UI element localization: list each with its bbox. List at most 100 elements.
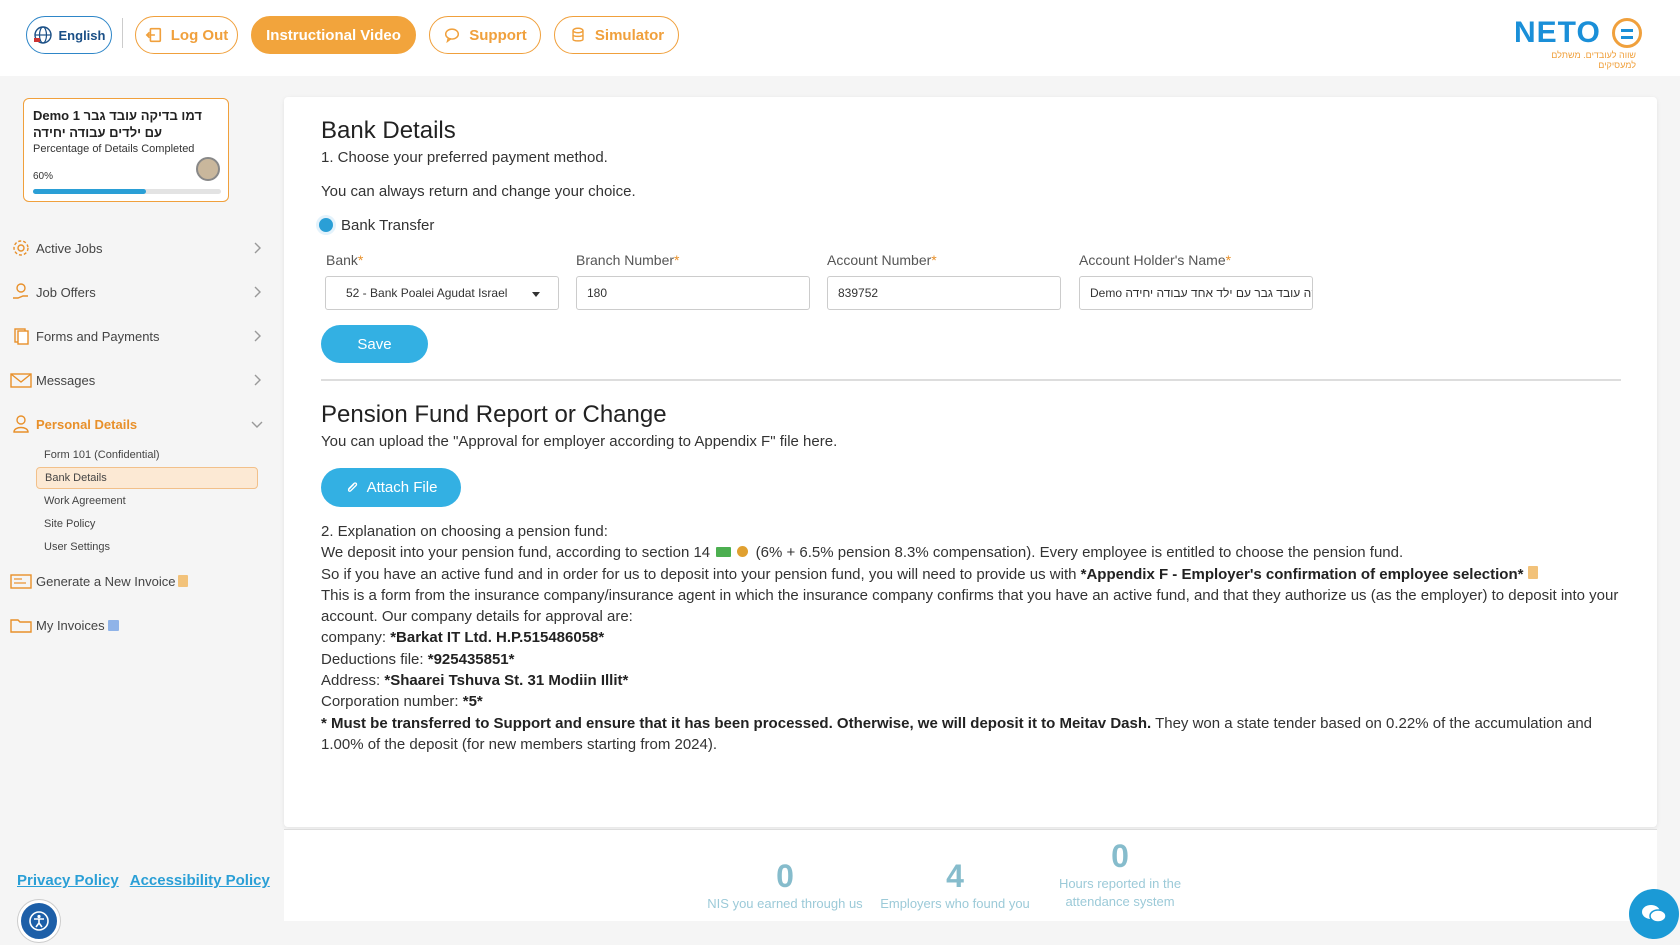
- money-emoji-icon: [716, 547, 732, 558]
- sidebar-subitem-label: Form 101 (Confidential): [44, 449, 160, 461]
- sidebar-subitem-site-policy[interactable]: Site Policy: [36, 513, 258, 535]
- sidebar-item-label: My Invoices: [36, 617, 105, 633]
- account-number-value: 839752: [838, 286, 879, 300]
- documents-icon: [10, 325, 32, 347]
- company-label: company:: [321, 629, 391, 647]
- sidebar-item-generate-invoice[interactable]: Generate a New Invoice: [10, 567, 272, 595]
- simulator-button[interactable]: Simulator: [554, 16, 679, 54]
- sidebar-item-label: Job Offers: [36, 284, 96, 300]
- change-note: You can always return and change your ch…: [321, 183, 636, 200]
- corporation-line: Corporation number: *5*: [321, 691, 1621, 712]
- instructional-video-label: Instructional Video: [266, 26, 401, 44]
- holder-field-label: Account Holder's Name*: [1079, 252, 1231, 268]
- corporation-value: *5*: [462, 693, 483, 711]
- explain-line-2a: So if you have an active fund and in ord…: [321, 565, 1081, 583]
- required-mark: *: [357, 252, 364, 268]
- scroll-emoji-icon: [1527, 565, 1538, 579]
- sidebar-subitem-work-agreement[interactable]: Work Agreement: [36, 490, 258, 512]
- chevron-right-icon: [254, 242, 261, 254]
- explain-title: 2. Explanation on choosing a pension fun…: [321, 523, 608, 540]
- bank-details-title: Bank Details: [321, 117, 456, 144]
- accessibility-button[interactable]: [18, 900, 60, 942]
- neto-logo[interactable]: NETO שווה לעובדים. משתלם למעסיקים: [1514, 16, 1644, 70]
- folder-icon: [10, 614, 32, 636]
- sidebar-subitem-user-settings[interactable]: User Settings: [36, 536, 258, 558]
- bank-select[interactable]: 52 - Bank Poalei Agudat Israel: [325, 276, 559, 310]
- support-label: Support: [469, 26, 527, 44]
- address-label: Address:: [321, 672, 385, 690]
- branch-number-input[interactable]: 180: [576, 276, 810, 310]
- corporation-label: Corporation number:: [321, 693, 463, 711]
- invoice-icon: [10, 570, 32, 592]
- support-button[interactable]: Support: [429, 16, 541, 54]
- footer-links: Privacy Policy Accessibility Policy: [17, 872, 270, 889]
- stat-value: 0: [1111, 838, 1129, 874]
- deductions-line: Deductions file: *925435851*: [321, 649, 1621, 670]
- language-label: English: [58, 27, 106, 43]
- bank-transfer-label[interactable]: Bank Transfer: [341, 217, 434, 234]
- attach-file-label: Attach File: [366, 479, 438, 496]
- section-divider: [321, 379, 1621, 381]
- sidebar-item-job-offers[interactable]: Job Offers: [10, 278, 272, 306]
- privacy-policy-link[interactable]: Privacy Policy: [17, 872, 119, 889]
- required-mark: *: [674, 252, 680, 268]
- chat-button[interactable]: [1629, 889, 1679, 939]
- instructional-video-button[interactable]: Instructional Video: [251, 16, 416, 54]
- bank-select-value: 52 - Bank Poalei Agudat Israel: [346, 286, 508, 300]
- attach-file-button[interactable]: Attach File: [321, 468, 461, 507]
- profile-name: Demo 1 דמו בדיקה עובד גבר עם ילדים עבודה…: [33, 108, 202, 140]
- medal-emoji-icon: [737, 546, 749, 558]
- chevron-right-icon: [254, 286, 261, 298]
- sidebar-item-label: Generate a New Invoice: [36, 573, 176, 589]
- stat-employers: 4 Employers who found you: [870, 858, 1040, 913]
- branch-label-text: Branch Number: [576, 252, 675, 268]
- warning-line: * Must be transferred to Support and ens…: [321, 713, 1621, 756]
- person-icon: [10, 413, 32, 435]
- chevron-down-icon: [251, 421, 263, 428]
- gear-icon: [10, 237, 32, 259]
- company-value: *Barkat IT Ltd. H.P.515486058*: [390, 629, 605, 647]
- branch-number-value: 180: [587, 286, 608, 300]
- logout-button[interactable]: Log Out: [135, 16, 238, 54]
- upload-text: You can upload the "Approval for employe…: [321, 433, 838, 450]
- save-label: Save: [357, 335, 392, 353]
- branch-field-label: Branch Number*: [576, 252, 680, 268]
- step1-text: 1. Choose your preferred payment method.: [321, 149, 608, 166]
- sidebar-item-messages[interactable]: Messages: [10, 366, 272, 394]
- accessibility-policy-link[interactable]: Accessibility Policy: [130, 872, 270, 889]
- completion-progress-bar: [33, 189, 221, 194]
- address-value: *Shaarei Tshuva St. 31 Modiin Illit*: [384, 672, 629, 690]
- sidebar-item-label: Forms and Payments: [36, 328, 160, 344]
- chart-emoji-icon: [107, 619, 119, 631]
- header-divider: [122, 18, 123, 48]
- paperclip-icon: [347, 481, 357, 492]
- warning-bold: * Must be transferred to Support and ens…: [321, 714, 1152, 732]
- sidebar-item-active-jobs[interactable]: Active Jobs: [10, 234, 272, 262]
- sidebar-subitem-label: User Settings: [44, 541, 111, 553]
- sidebar-item-personal-details[interactable]: Personal Details: [10, 410, 272, 438]
- account-holder-input[interactable]: Demo דמו בדיקה עובד גבר עם ילד אחד עבודה…: [1079, 276, 1313, 310]
- sidebar-item-label: Active Jobs: [36, 240, 103, 256]
- sidebar-subitem-bank-details[interactable]: Bank Details: [36, 467, 258, 489]
- completion-percent: 60%: [33, 171, 54, 182]
- envelope-icon: [10, 369, 32, 391]
- profile-card[interactable]: Demo 1 דמו בדיקה עובד גבר עם ילדים עבודה…: [23, 98, 229, 202]
- account-label-text: Account Number: [827, 252, 932, 268]
- accessibility-icon: [29, 911, 49, 931]
- account-holder-value: Demo דמו בדיקה עובד גבר עם ילד אחד עבודה…: [1090, 286, 1312, 300]
- stat-earned: 0 NIS you earned through us: [700, 858, 870, 913]
- chat-icon: [1642, 905, 1667, 923]
- language-button[interactable]: English: [26, 16, 112, 54]
- sidebar-item-forms-and-payments[interactable]: Forms and Payments: [10, 322, 272, 350]
- account-number-input[interactable]: 839752: [827, 276, 1061, 310]
- address-line: Address: *Shaarei Tshuva St. 31 Modiin I…: [321, 670, 1621, 691]
- scroll-emoji-icon: [178, 575, 189, 587]
- bank-transfer-radio[interactable]: [319, 218, 333, 232]
- sidebar-item-my-invoices[interactable]: My Invoices: [10, 611, 272, 639]
- pension-explanation: 2. Explanation on choosing a pension fun…: [321, 521, 1621, 755]
- database-icon: [572, 27, 584, 42]
- sidebar-item-label: Personal Details: [36, 416, 138, 432]
- bank-field-label: Bank*: [326, 252, 363, 268]
- sidebar-subitem-form-101[interactable]: Form 101 (Confidential): [36, 444, 258, 466]
- save-button[interactable]: Save: [321, 325, 428, 363]
